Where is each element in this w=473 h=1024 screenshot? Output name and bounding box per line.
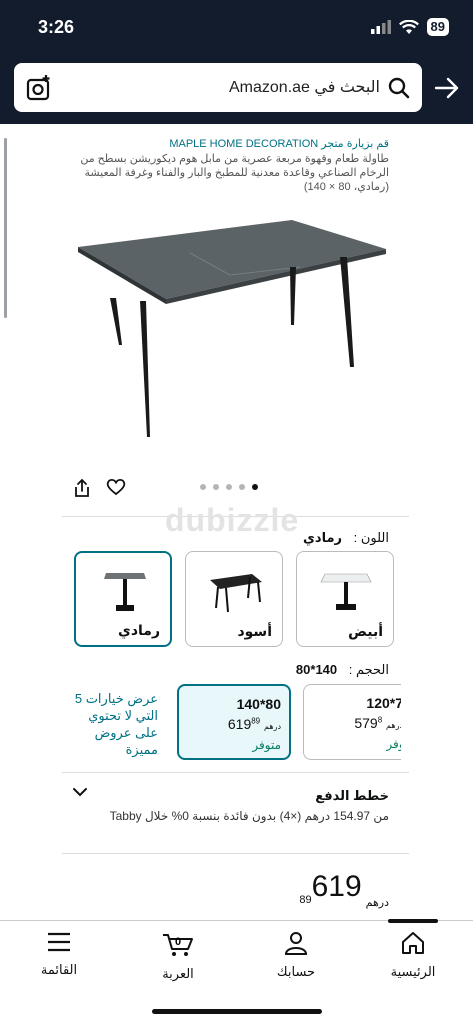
signal-icon bbox=[370, 20, 391, 34]
price-whole: 619 bbox=[311, 870, 362, 903]
price-whole: 619 bbox=[227, 716, 252, 732]
search-placeholder: البحث في Amazon.ae bbox=[229, 79, 380, 96]
carousel-dot[interactable] bbox=[226, 484, 232, 490]
color-option-label: أبيض bbox=[348, 623, 383, 639]
divider bbox=[62, 853, 409, 854]
product-title: طاولة طعام وقهوة مربعة عصرية من مابل هوم… bbox=[80, 153, 389, 193]
payment-plans-description: من 154.97 درهم (×4) بدون فائدة بنسبة 0% … bbox=[109, 809, 389, 823]
scrollbar[interactable] bbox=[4, 138, 7, 318]
nav-home[interactable]: الرئيسية bbox=[368, 931, 458, 980]
grey-table-thumbnail bbox=[104, 573, 146, 611]
account-icon bbox=[284, 932, 308, 955]
stock-status: متوفر bbox=[386, 737, 401, 751]
watermark: dubizzle bbox=[165, 502, 300, 538]
color-option-grey[interactable]: رمادي bbox=[74, 551, 172, 647]
image-carousel-dots bbox=[200, 484, 258, 490]
size-option-price: درهم 5798 bbox=[354, 715, 401, 731]
product-image[interactable] bbox=[70, 205, 400, 450]
black-table-thumbnail bbox=[210, 574, 262, 613]
currency: درهم bbox=[386, 721, 401, 730]
stock-status: متوفر bbox=[252, 738, 281, 752]
chevron-down-icon[interactable] bbox=[72, 786, 88, 798]
active-tab-indicator bbox=[388, 919, 438, 923]
heart-icon[interactable] bbox=[106, 478, 126, 496]
cart-icon: 0 bbox=[163, 934, 193, 956]
price-whole: 579 bbox=[354, 715, 378, 731]
color-option-label: رمادي bbox=[118, 622, 160, 638]
product-price: درهم 619 89 bbox=[299, 870, 389, 909]
status-time: 3:26 bbox=[38, 17, 75, 37]
color-label: اللون : bbox=[353, 530, 389, 545]
home-icon bbox=[402, 932, 424, 954]
wifi-icon bbox=[398, 19, 419, 34]
nav-cart-label: العربة bbox=[162, 966, 194, 981]
header: 3:26 89 البحث في Amazon.ae bbox=[0, 0, 473, 124]
more-options-link[interactable]: عرض خيارات 5 التي لا تحتوي على عروض مميز… bbox=[70, 690, 158, 758]
camera-lens-icon[interactable] bbox=[26, 75, 52, 101]
price-fraction: 8 bbox=[377, 715, 383, 725]
size-value: 140*80 bbox=[295, 662, 338, 677]
nav-menu[interactable]: القائمة bbox=[14, 931, 104, 978]
cart-count: 0 bbox=[175, 936, 181, 948]
arrow-right-icon[interactable] bbox=[434, 76, 460, 100]
carousel-dot-active[interactable] bbox=[252, 484, 258, 490]
menu-icon bbox=[48, 932, 70, 952]
carousel-dot[interactable] bbox=[200, 484, 206, 490]
carousel-dot[interactable] bbox=[213, 484, 219, 490]
bottom-nav: الرئيسية حسابك 0 العربة القائمة bbox=[0, 919, 473, 1024]
size-option-label: 120*7 bbox=[366, 695, 401, 711]
price-currency: درهم bbox=[365, 897, 389, 909]
battery-icon: 89 bbox=[426, 18, 449, 36]
white-table-thumbnail bbox=[320, 573, 372, 610]
color-selector-label: اللون : رمادي bbox=[303, 530, 389, 546]
search-input[interactable]: البحث في Amazon.ae bbox=[14, 63, 422, 112]
home-indicator bbox=[152, 1009, 322, 1014]
nav-account-label: حسابك bbox=[276, 964, 316, 979]
search-icon[interactable] bbox=[388, 77, 410, 99]
currency: درهم bbox=[264, 722, 281, 731]
nav-menu-label: القائمة bbox=[40, 962, 78, 977]
share-icon[interactable] bbox=[72, 478, 92, 498]
store-link[interactable]: قم بزيارة متجر MAPLE HOME DECORATION bbox=[169, 137, 389, 150]
nav-cart[interactable]: 0 العربة bbox=[133, 931, 223, 982]
payment-plans-title[interactable]: خطط الدفع bbox=[315, 788, 389, 804]
nav-home-label: الرئيسية bbox=[390, 964, 436, 979]
divider bbox=[62, 772, 409, 773]
status-icons: 89 bbox=[370, 18, 449, 36]
size-option-price: درهم 61989 bbox=[228, 716, 281, 732]
color-option-black[interactable]: أسود bbox=[185, 551, 283, 647]
nav-account[interactable]: حسابك bbox=[251, 931, 341, 980]
size-option-140x80[interactable]: 140*80 درهم 61989 متوفر bbox=[177, 684, 291, 760]
color-option-white[interactable]: أبيض bbox=[296, 551, 394, 647]
color-value: رمادي bbox=[303, 530, 342, 545]
carousel-dot[interactable] bbox=[239, 484, 245, 490]
color-option-label: أسود bbox=[237, 623, 272, 639]
size-selector-label: الحجم : 140*80 bbox=[296, 662, 389, 678]
price-fraction: 89 bbox=[299, 894, 312, 906]
price-fraction: 89 bbox=[251, 716, 261, 726]
size-label: الحجم : bbox=[348, 662, 389, 677]
size-option-label: 140*80 bbox=[236, 696, 281, 712]
size-option-120x7[interactable]: 120*7 درهم 5798 متوفر bbox=[303, 684, 401, 760]
